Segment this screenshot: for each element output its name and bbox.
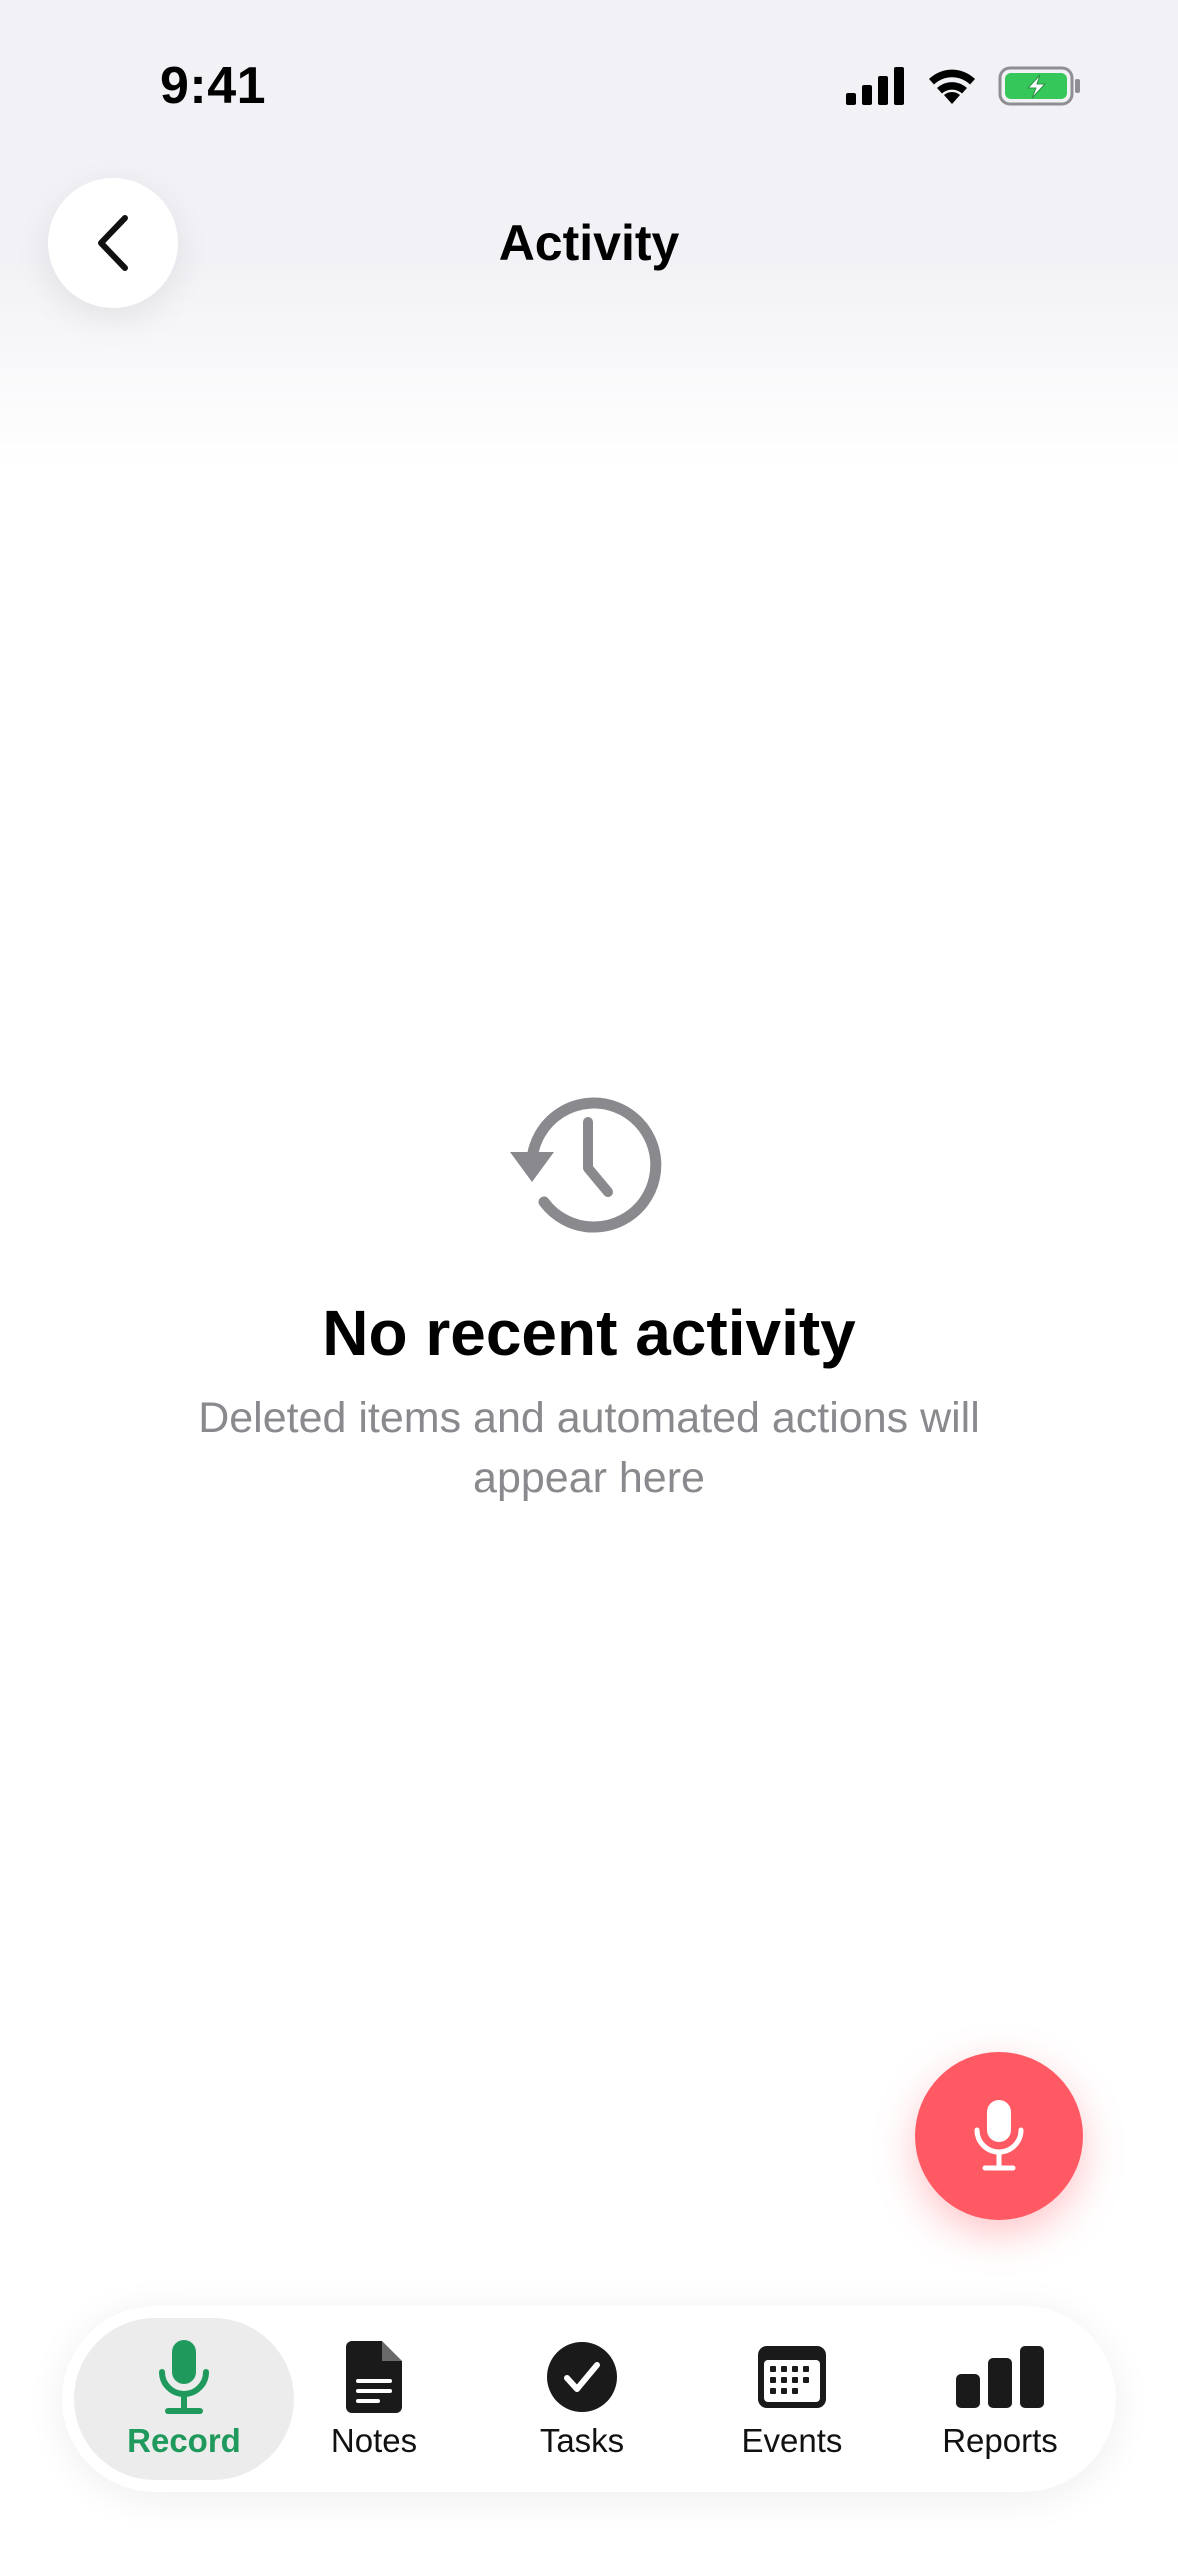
status-time: 9:41 — [160, 57, 267, 115]
empty-state-subtitle: Deleted items and automated actions will… — [198, 1394, 980, 1502]
tab-notes[interactable]: Notes — [294, 2318, 454, 2480]
empty-state-title: No recent activity — [322, 1297, 856, 1369]
status-bar: 9:41 — [0, 0, 1178, 150]
tab-record[interactable]: Record — [74, 2318, 294, 2480]
tab-bar: Record Notes Tasks Events Reports — [62, 2306, 1116, 2492]
tab-reports[interactable]: Reports — [900, 2318, 1100, 2480]
tab-label: Record — [127, 2422, 241, 2459]
wifi-icon — [929, 69, 975, 104]
tab-label: Reports — [942, 2422, 1058, 2459]
status-icons — [846, 66, 1082, 106]
record-button[interactable] — [915, 2052, 1083, 2220]
history-icon — [510, 1097, 662, 1233]
tab-tasks[interactable]: Tasks — [502, 2318, 662, 2480]
battery-charging-icon — [998, 66, 1080, 106]
tab-label: Notes — [330, 2422, 418, 2459]
check-circle-icon — [547, 2342, 617, 2412]
empty-state: No recent activity Deleted items and aut… — [0, 1090, 1178, 1508]
calendar-icon — [758, 2346, 826, 2408]
tab-label: Tasks — [539, 2422, 625, 2459]
page-title: Activity — [498, 215, 680, 271]
mic-icon — [159, 2340, 209, 2414]
tab-events[interactable]: Events — [702, 2318, 882, 2480]
cellular-signal-icon — [846, 67, 904, 105]
bar-chart-icon — [956, 2346, 1044, 2408]
document-icon — [346, 2341, 402, 2413]
mic-icon — [974, 2100, 1024, 2171]
tab-label: Events — [741, 2422, 843, 2459]
